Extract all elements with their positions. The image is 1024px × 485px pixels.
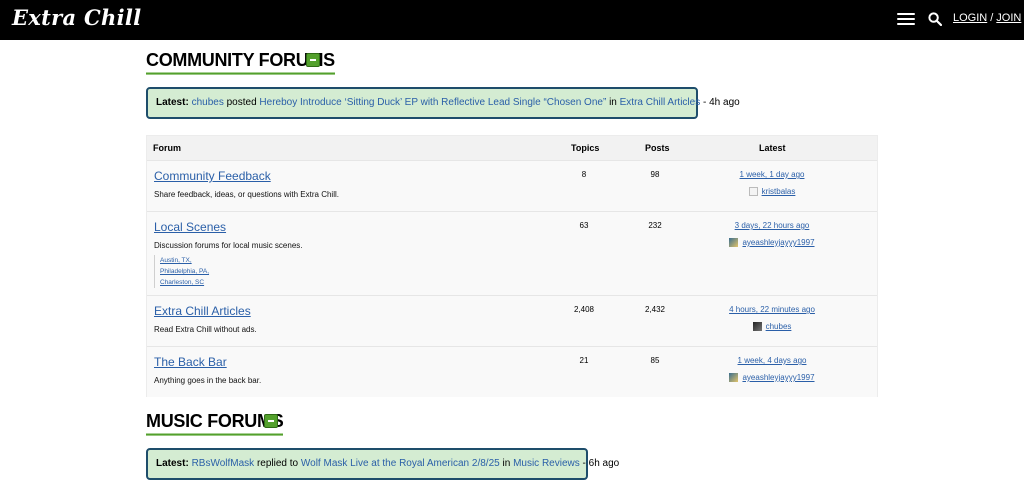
top-nav-bar: Extra Chill LOGIN / JOIN bbox=[0, 0, 1024, 40]
header-posts: Posts bbox=[645, 143, 670, 153]
latest-in: in bbox=[502, 458, 511, 469]
posts-count: 2,432 bbox=[644, 305, 666, 314]
latest-topic-link[interactable]: Wolf Mask Live at the Royal American 2/8… bbox=[301, 458, 500, 469]
latest-user-link[interactable]: RBsWolfMask bbox=[192, 458, 255, 469]
latest-user-link[interactable]: ayeashleyjayyy1997 bbox=[742, 238, 814, 247]
posts-count: 85 bbox=[650, 356, 660, 365]
forum-link[interactable]: Local Scenes bbox=[154, 220, 226, 234]
latest-user-link[interactable]: chubes bbox=[766, 322, 792, 331]
latest-in: in bbox=[609, 97, 617, 108]
latest-verb: posted bbox=[226, 97, 257, 108]
search-icon[interactable] bbox=[928, 12, 942, 26]
latest-user-link[interactable]: kristbalas bbox=[762, 187, 796, 196]
latest-forum-link[interactable]: Extra Chill Articles bbox=[620, 97, 701, 108]
auth-links: LOGIN / JOIN bbox=[953, 12, 1021, 24]
latest-activity: 1 week, 4 days ago ayeashleyjayyy1997 bbox=[707, 356, 837, 382]
avatar bbox=[729, 238, 739, 247]
forum-link[interactable]: Community Feedback bbox=[154, 169, 271, 183]
latest-time-link[interactable]: 4 hours, 22 minutes ago bbox=[729, 305, 815, 314]
subforum-link[interactable]: Charleston, SC bbox=[160, 277, 209, 288]
topics-count: 2,408 bbox=[573, 305, 595, 314]
avatar bbox=[748, 187, 758, 196]
avatar bbox=[752, 322, 762, 331]
menu-icon[interactable] bbox=[897, 12, 915, 26]
latest-time-link[interactable]: 3 days, 22 hours ago bbox=[735, 221, 810, 230]
latest-forum-link[interactable]: Music Reviews bbox=[513, 458, 580, 469]
latest-topic-link[interactable]: Hereboy Introduce ‘Sitting Duck’ EP with… bbox=[259, 97, 606, 108]
topics-count: 8 bbox=[581, 170, 587, 179]
community-latest-box: Latest: chubes posted Hereboy Introduce … bbox=[146, 87, 740, 119]
collapse-toggle-icon[interactable] bbox=[306, 53, 320, 67]
latest-activity: 4 hours, 22 minutes ago chubes bbox=[707, 305, 837, 331]
latest-verb: replied to bbox=[256, 458, 299, 469]
latest-time: - 4h ago bbox=[703, 97, 740, 108]
music-forums-title: MUSIC FORUMS bbox=[146, 410, 284, 436]
subforum-list: Austin, TX, Philadelphia, PA, Charleston… bbox=[154, 255, 209, 288]
forum-link[interactable]: Extra Chill Articles bbox=[154, 304, 251, 318]
latest-activity: 3 days, 22 hours ago ayeashleyjayyy1997 bbox=[707, 221, 837, 247]
subforum-link[interactable]: Austin, TX, bbox=[160, 255, 209, 266]
music-latest-box: Latest: RBsWolfMask replied to Wolf Mask… bbox=[146, 448, 619, 480]
table-row: Community Feedback Share feedback, ideas… bbox=[147, 160, 877, 211]
latest-user-link[interactable]: ayeashleyjayyy1997 bbox=[742, 373, 814, 382]
forum-table: Forum Topics Posts Latest Community Feed… bbox=[146, 135, 878, 397]
forum-link[interactable]: The Back Bar bbox=[154, 355, 227, 369]
latest-label: Latest: bbox=[156, 458, 189, 469]
login-link[interactable]: LOGIN bbox=[953, 12, 987, 24]
subforum-link[interactable]: Philadelphia, PA, bbox=[160, 266, 209, 277]
topics-count: 21 bbox=[579, 356, 589, 365]
table-header: Forum Topics Posts Latest bbox=[147, 136, 877, 160]
topics-count: 63 bbox=[579, 221, 589, 230]
table-row: The Back Bar Anything goes in the back b… bbox=[147, 346, 877, 397]
table-row: Extra Chill Articles Read Extra Chill wi… bbox=[147, 295, 877, 346]
latest-activity: 1 week, 1 day ago kristbalas bbox=[707, 170, 837, 196]
forum-description: Share feedback, ideas, or questions with… bbox=[154, 190, 339, 199]
header-forum: Forum bbox=[153, 143, 181, 153]
site-logo[interactable]: Extra Chill bbox=[12, 5, 141, 30]
avatar bbox=[729, 373, 739, 382]
auth-separator: / bbox=[990, 12, 994, 24]
latest-label: Latest: bbox=[156, 97, 189, 108]
header-latest: Latest bbox=[759, 143, 786, 153]
posts-count: 98 bbox=[650, 170, 660, 179]
forum-description: Discussion forums for local music scenes… bbox=[154, 241, 303, 250]
join-link[interactable]: JOIN bbox=[996, 12, 1021, 24]
collapse-toggle-icon[interactable] bbox=[264, 414, 278, 428]
posts-count: 232 bbox=[648, 221, 662, 230]
header-topics: Topics bbox=[571, 143, 600, 153]
forum-description: Read Extra Chill without ads. bbox=[154, 325, 257, 334]
table-row: Local Scenes Discussion forums for local… bbox=[147, 211, 877, 295]
latest-time-link[interactable]: 1 week, 1 day ago bbox=[740, 170, 805, 179]
latest-time: - 6h ago bbox=[582, 458, 620, 469]
latest-user-link[interactable]: chubes bbox=[192, 97, 224, 108]
latest-time-link[interactable]: 1 week, 4 days ago bbox=[738, 356, 807, 365]
forum-description: Anything goes in the back bar. bbox=[154, 376, 262, 385]
